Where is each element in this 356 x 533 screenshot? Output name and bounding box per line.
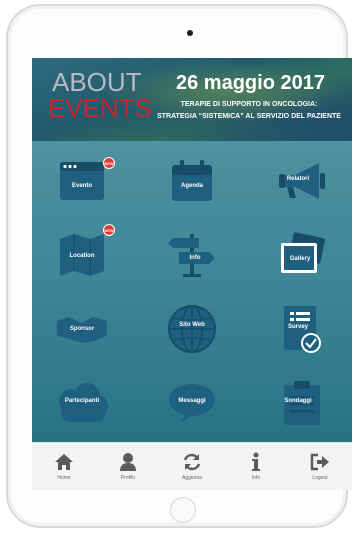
event-subtitle-line-1: TERAPIE DI SUPPORTO IN ONCOLOGIA: (180, 101, 318, 108)
event-subtitle-line-2: STRATEGIA “SISTEMICA” AL SERVIZIO DEL PA… (157, 113, 341, 120)
tile-survey[interactable]: Survey (262, 294, 342, 364)
tile-gallery-label: Gallery (289, 256, 311, 262)
tile-survey-label: Survey (287, 324, 308, 330)
tile-partecipanti[interactable]: Partecipanti (42, 368, 122, 438)
menu-grid: Evento NEW Agenda Relatori Location NEW … (32, 146, 352, 442)
tile-messaggi-label: Messaggi (178, 398, 206, 404)
tab-home-label: Home (57, 475, 71, 481)
device-home-button[interactable] (170, 497, 196, 523)
calendar-icon (172, 160, 212, 201)
tab-logout-label: Logout (312, 475, 328, 481)
tile-partecipanti-label: Partecipanti (64, 398, 100, 404)
browser-window-icon (60, 162, 104, 200)
user-icon (120, 453, 136, 471)
event-banner: ABOUT EVENTS 26 maggio 2017 TERAPIE DI S… (32, 58, 352, 141)
event-date: 26 maggio 2017 (176, 72, 325, 94)
globe-icon (168, 305, 216, 353)
refresh-icon (183, 453, 201, 471)
tab-logout[interactable]: Logout (288, 443, 352, 490)
logout-icon (310, 453, 329, 471)
tile-relatori[interactable]: Relatori (262, 146, 342, 216)
new-badge: NEW (103, 157, 115, 169)
tile-gallery[interactable]: Gallery (262, 220, 342, 290)
tile-location-label: Location (69, 253, 95, 259)
tile-info-label: Info (189, 255, 201, 261)
tab-info[interactable]: Info (224, 443, 288, 490)
app-screen: ABOUT EVENTS 26 maggio 2017 TERAPIE DI S… (32, 58, 352, 490)
tile-sitoweb-label: Sito Web (179, 322, 205, 328)
tile-sponsor-label: Sponsor (69, 326, 95, 332)
info-icon (252, 452, 260, 471)
tile-messaggi[interactable]: Messaggi (152, 368, 232, 438)
tile-sondaggi[interactable]: Sondaggi (262, 368, 342, 438)
tile-agenda[interactable]: Agenda (152, 146, 232, 216)
event-subtitle: TERAPIE DI SUPPORTO IN ONCOLOGIA: STRATE… (150, 99, 348, 123)
tab-profilo-label: Profilo (120, 475, 136, 481)
new-badge: NEW (103, 224, 115, 236)
tile-info[interactable]: Info (152, 220, 232, 290)
events-logo-text: EVENTS (48, 93, 153, 123)
tab-aggiorna-label: Aggiorna (181, 475, 202, 481)
tab-info-label: Info (251, 475, 261, 481)
about-logo-text: ABOUT (52, 67, 142, 97)
front-camera (187, 30, 193, 36)
tab-aggiorna[interactable]: Aggiorna (160, 443, 224, 490)
tile-relatori-label: Relatori (286, 176, 310, 182)
tab-home[interactable]: Home (32, 443, 96, 490)
tab-profilo[interactable]: Profilo (96, 443, 160, 490)
photos-icon (281, 232, 325, 273)
tile-sponsor[interactable]: Sponsor (42, 294, 122, 364)
home-icon (55, 454, 73, 470)
tile-evento[interactable]: Evento NEW (42, 146, 122, 216)
tile-agenda-label: Agenda (180, 183, 203, 189)
tile-sondaggi-label: Sondaggi (284, 398, 312, 404)
tile-location[interactable]: Location NEW (42, 220, 122, 290)
tile-evento-label: Evento (71, 183, 92, 189)
bottom-tab-bar: Home Profilo Aggiorna Info Logout (32, 442, 352, 490)
tile-sitoweb[interactable]: Sito Web (152, 294, 232, 364)
